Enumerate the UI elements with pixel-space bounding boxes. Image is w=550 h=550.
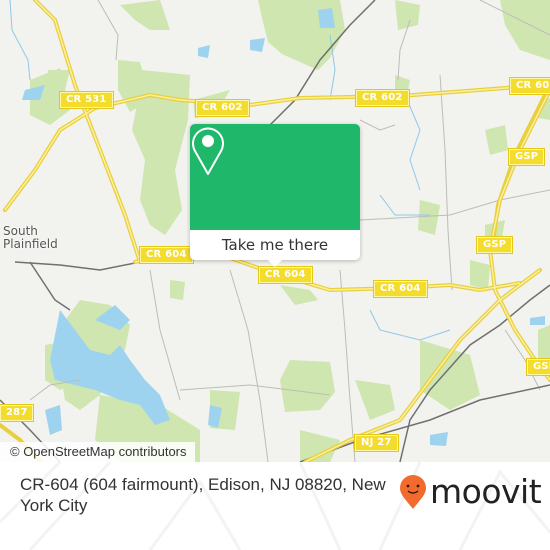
- moovit-pin-icon: [400, 475, 426, 509]
- stream: [9, 0, 31, 81]
- map-view[interactable]: CR 531 CR 602 CR 602 CR 602 GSP GSP GSP …: [0, 0, 550, 462]
- road-shield-cr602: CR 602: [510, 78, 550, 94]
- place-label-south-plainfield: South Plainfield: [3, 224, 58, 251]
- water-area: [250, 38, 265, 52]
- park-area: [500, 0, 550, 60]
- road-shield-nj27: NJ 27: [355, 435, 398, 451]
- water-area: [198, 45, 210, 58]
- minor-road: [97, 0, 119, 61]
- water-area: [45, 405, 62, 435]
- water-area: [530, 316, 545, 325]
- park-area: [280, 360, 335, 412]
- minor-road: [439, 74, 453, 291]
- map-attribution[interactable]: © OpenStreetMap contributors: [0, 442, 195, 462]
- road-shield-cr602: CR 602: [196, 100, 249, 116]
- park-area: [395, 0, 420, 30]
- minor-road: [339, 269, 356, 462]
- location-popup: Take me there: [190, 124, 360, 267]
- minor-road: [229, 269, 269, 462]
- park-area: [132, 70, 190, 235]
- rail-line: [29, 261, 71, 311]
- minor-road: [359, 189, 550, 221]
- road-shield-gsp: GSP: [477, 237, 513, 253]
- park-area: [280, 285, 318, 305]
- water-area: [430, 432, 448, 446]
- park-area: [418, 200, 440, 235]
- road-shield-gsp: GSP: [527, 359, 550, 375]
- stream: [404, 94, 421, 191]
- park-area: [170, 280, 185, 300]
- popup-tail: [266, 258, 284, 267]
- road-shield-gsp: GSP: [509, 149, 545, 165]
- footer: CR-604 (604 fairmount), Edison, NJ 08820…: [0, 462, 550, 550]
- popup-header: [190, 124, 360, 230]
- park-area: [120, 0, 170, 30]
- road-shield-cr531: CR 531: [60, 92, 113, 108]
- minor-road: [359, 119, 396, 131]
- address-text: CR-604 (604 fairmount), Edison, NJ 08820…: [20, 475, 386, 515]
- road-shield-i287: 287: [0, 405, 34, 421]
- road-shield-cr602: CR 602: [356, 90, 409, 106]
- park-area: [355, 380, 395, 420]
- road-shield-cr604: CR 604: [140, 247, 193, 263]
- park-area: [470, 260, 490, 290]
- road-shield-cr604: CR 604: [259, 267, 312, 283]
- road-shield-cr604: CR 604: [374, 281, 427, 297]
- park-area: [485, 125, 508, 155]
- take-me-there-button[interactable]: Take me there: [190, 230, 360, 260]
- moovit-wordmark: moovit: [430, 472, 542, 511]
- road-cr531: [33, 0, 142, 264]
- map-pin-icon: [192, 127, 224, 175]
- moovit-logo[interactable]: moovit: [398, 472, 542, 511]
- stream: [369, 309, 451, 341]
